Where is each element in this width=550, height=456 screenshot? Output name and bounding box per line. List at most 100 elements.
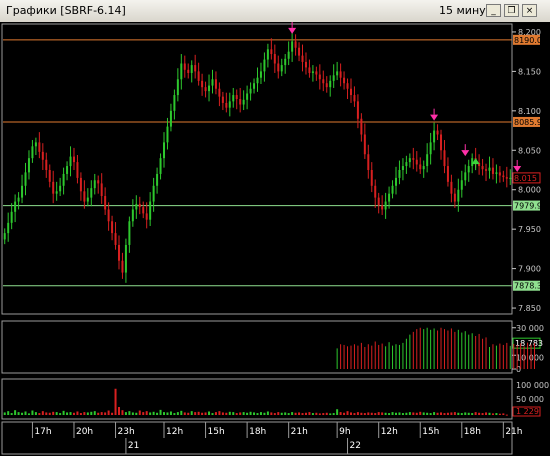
candle-body[interactable] (485, 169, 488, 171)
candle-body[interactable] (246, 93, 249, 100)
candle-body[interactable] (173, 95, 176, 111)
candle-body[interactable] (280, 65, 283, 72)
candle-body[interactable] (45, 159, 48, 170)
candle-body[interactable] (349, 88, 352, 96)
candle-body[interactable] (270, 49, 273, 55)
candle-body[interactable] (277, 63, 280, 72)
candle-body[interactable] (34, 142, 37, 147)
candle-body[interactable] (211, 79, 214, 86)
candle-body[interactable] (190, 65, 193, 73)
candle-body[interactable] (107, 209, 110, 222)
candle-body[interactable] (159, 158, 162, 174)
candle-body[interactable] (467, 166, 470, 173)
candle-body[interactable] (163, 142, 166, 159)
candle-body[interactable] (259, 71, 262, 78)
candle-body[interactable] (401, 166, 404, 170)
candle-body[interactable] (10, 211, 13, 223)
candle-body[interactable] (86, 197, 89, 202)
candle-body[interactable] (405, 162, 408, 167)
candle-body[interactable] (360, 118, 363, 135)
timeframe-label[interactable]: 15 минут (439, 4, 492, 17)
candle-body[interactable] (446, 166, 449, 182)
candle-body[interactable] (83, 191, 86, 202)
candle-body[interactable] (381, 205, 384, 210)
candle-body[interactable] (457, 189, 460, 202)
candle-body[interactable] (62, 173, 65, 186)
candle-body[interactable] (24, 172, 27, 186)
candle-body[interactable] (228, 101, 231, 108)
candle-body[interactable] (218, 88, 221, 97)
candle-body[interactable] (104, 196, 107, 210)
candle-body[interactable] (232, 95, 235, 102)
candle-body[interactable] (329, 80, 332, 88)
candle-body[interactable] (7, 222, 10, 234)
candle-body[interactable] (332, 75, 335, 81)
candle-body[interactable] (187, 69, 190, 73)
candle-body[interactable] (79, 177, 82, 192)
candle-body[interactable] (176, 79, 179, 96)
candle-body[interactable] (426, 154, 429, 167)
candle-body[interactable] (460, 180, 463, 190)
candle-body[interactable] (117, 244, 120, 261)
candle-body[interactable] (450, 181, 453, 194)
candle-body[interactable] (156, 173, 159, 186)
candle-body[interactable] (121, 260, 124, 273)
candle-body[interactable] (301, 55, 304, 62)
candle-body[interactable] (221, 96, 224, 103)
candle-body[interactable] (304, 61, 307, 68)
candle-body[interactable] (315, 71, 318, 75)
candle-body[interactable] (145, 213, 148, 220)
candle-body[interactable] (471, 158, 474, 167)
chart-area[interactable]: 8.200 8.150 8.100 8.050 8.000 7.950 7.900 7.850… (0, 22, 550, 456)
candle-body[interactable] (90, 188, 93, 198)
candle-body[interactable] (180, 63, 183, 80)
candle-body[interactable] (72, 156, 75, 163)
candle-body[interactable] (308, 67, 311, 73)
candle-body[interactable] (59, 185, 62, 192)
candle-body[interactable] (481, 166, 484, 170)
candle-body[interactable] (388, 193, 391, 202)
candle-body[interactable] (422, 166, 425, 170)
candle-body[interactable] (66, 166, 69, 174)
candle-body[interactable] (225, 102, 228, 108)
candle-body[interactable] (374, 185, 377, 198)
candle-body[interactable] (391, 185, 394, 194)
candle-body[interactable] (266, 49, 269, 60)
close-button[interactable]: × (522, 4, 537, 17)
candle-body[interactable] (142, 207, 145, 214)
candle-body[interactable] (263, 59, 266, 72)
candle-body[interactable] (131, 209, 134, 222)
candle-body[interactable] (398, 170, 401, 178)
candle-body[interactable] (412, 158, 415, 160)
candle-body[interactable] (336, 71, 339, 76)
candle-body[interactable] (235, 95, 238, 99)
candle-body[interactable] (488, 167, 491, 171)
candle-body[interactable] (436, 130, 439, 135)
candle-body[interactable] (284, 58, 287, 66)
candle-body[interactable] (415, 159, 418, 165)
candle-body[interactable] (111, 221, 114, 234)
candle-body[interactable] (433, 130, 436, 143)
minimize-button[interactable]: _ (486, 4, 501, 17)
candle-body[interactable] (256, 77, 259, 84)
candle-body[interactable] (249, 88, 252, 94)
candle-body[interactable] (343, 77, 346, 84)
candle-body[interactable] (356, 101, 359, 119)
candle-body[interactable] (27, 158, 30, 173)
candle-body[interactable] (363, 134, 366, 155)
candle-body[interactable] (502, 175, 505, 178)
candle-body[interactable] (55, 191, 58, 194)
candle-body[interactable] (204, 87, 207, 92)
candle-body[interactable] (287, 51, 290, 59)
candle-body[interactable] (100, 183, 103, 197)
candle-body[interactable] (135, 203, 138, 210)
candle-body[interactable] (242, 99, 245, 105)
candle-body[interactable] (322, 79, 325, 84)
candle-body[interactable] (38, 142, 41, 152)
candle-body[interactable] (76, 162, 79, 178)
candle-body[interactable] (408, 158, 411, 163)
candle-body[interactable] (498, 172, 501, 176)
candle-body[interactable] (505, 177, 508, 179)
candle-body[interactable] (291, 41, 294, 52)
candle-body[interactable] (339, 71, 342, 78)
